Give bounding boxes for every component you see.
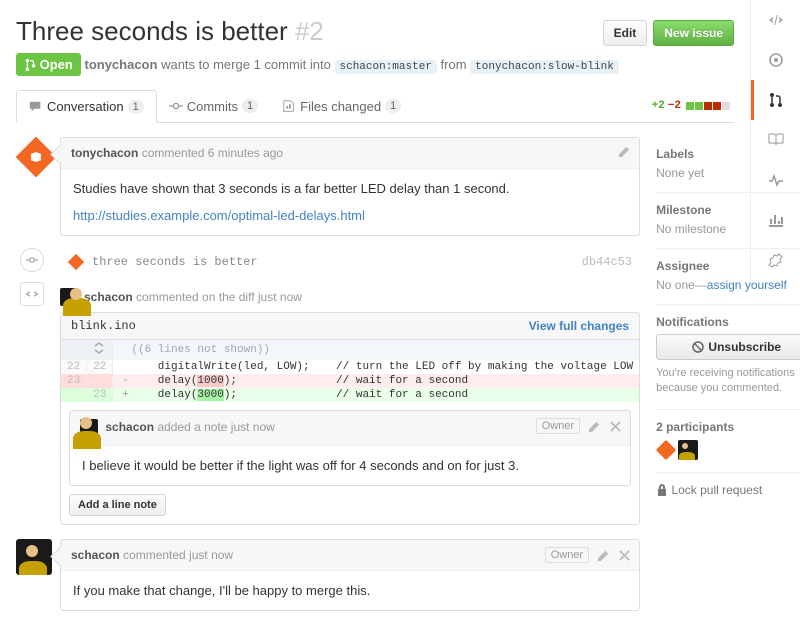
merge-meta: Open tonychacon wants to merge 1 commit … <box>16 53 734 76</box>
nav-code[interactable] <box>751 0 800 40</box>
comment-text: Studies have shown that 3 seconds is a f… <box>73 181 627 196</box>
tab-conversation[interactable]: Conversation1 <box>16 90 157 123</box>
labels-block: Labels None yet <box>656 137 800 193</box>
base-branch[interactable]: schacon:master <box>335 60 437 74</box>
inline-comment: schacon added a note just now Owner I be… <box>69 410 631 486</box>
comment-author[interactable]: tonychacon <box>71 146 138 160</box>
nav-issues[interactable] <box>751 40 800 80</box>
edit-button[interactable]: Edit <box>603 20 648 46</box>
diffstat: +2−2 <box>652 100 734 112</box>
avatar[interactable] <box>80 419 98 437</box>
state-badge: Open <box>16 53 81 76</box>
diff-line: 23+ delay(3000); // wait for a second <box>61 388 639 402</box>
notifications-block: Notifications Unsubscribe You're receivi… <box>656 305 800 410</box>
comment-author[interactable]: schacon <box>71 548 120 562</box>
close-icon[interactable] <box>609 420 622 433</box>
diff-box: blink.ino View full changes ((6 lines no… <box>60 312 640 525</box>
diff-line: 23- delay(1000); // wait for a second <box>61 374 639 388</box>
review-event-icon <box>20 282 44 306</box>
comment-author[interactable]: schacon <box>105 420 154 434</box>
comment-link[interactable]: http://studies.example.com/optimal-led-d… <box>73 208 365 223</box>
avatar[interactable] <box>656 440 676 460</box>
lock-pr-link[interactable]: Lock pull request <box>656 483 800 497</box>
avatar[interactable] <box>678 440 698 460</box>
tab-commits[interactable]: Commits1 <box>157 91 270 122</box>
diff-line: 2222 digitalWrite(led, LOW); // turn the… <box>61 360 639 374</box>
comment-text: If you make that change, I'll be happy t… <box>61 571 639 610</box>
participants-block: 2 participants <box>656 410 800 473</box>
expand-icon[interactable] <box>61 340 113 360</box>
assign-yourself-link[interactable]: assign yourself <box>707 278 787 292</box>
avatar[interactable] <box>16 539 52 575</box>
comment-text: I believe it would be better if the ligh… <box>70 446 630 485</box>
assignee-block: Assignee No one—assign yourself <box>656 249 800 305</box>
commit-event-icon <box>20 248 44 272</box>
nav-pullrequests[interactable] <box>751 80 800 120</box>
new-issue-button[interactable]: New issue <box>653 20 734 46</box>
commit-sha[interactable]: db44c53 <box>582 255 632 269</box>
issue-comment: tonychacon commented 6 minutes ago Studi… <box>60 137 640 236</box>
review-header: schacon commented on the diff just now <box>60 282 640 312</box>
diff-filename: blink.ino <box>71 319 136 333</box>
edit-icon[interactable] <box>618 145 631 158</box>
close-icon[interactable] <box>618 549 631 562</box>
head-branch[interactable]: tonychacon:slow-blink <box>470 60 619 74</box>
unsubscribe-button[interactable]: Unsubscribe <box>656 334 800 360</box>
milestone-block: Milestone No milestone <box>656 193 800 249</box>
avatar[interactable] <box>60 288 78 306</box>
owner-badge: Owner <box>536 418 580 434</box>
comment-author[interactable]: schacon <box>84 290 133 304</box>
pr-tabs: Conversation1 Commits1 Files changed1 +2… <box>16 90 734 123</box>
tab-files[interactable]: Files changed1 <box>270 91 413 122</box>
issue-number: #2 <box>295 16 324 46</box>
sidebar: Labels None yet Milestone No milestone A… <box>656 137 800 623</box>
edit-icon[interactable] <box>588 420 601 433</box>
view-full-changes-link[interactable]: View full changes <box>529 319 629 333</box>
commit-row[interactable]: three seconds is better db44c53 <box>60 248 640 276</box>
diff-table: ((6 lines not shown)) 2222 digitalWrite(… <box>61 340 639 402</box>
edit-icon[interactable] <box>597 549 610 562</box>
pr-author[interactable]: tonychacon <box>84 57 157 72</box>
avatar <box>68 254 84 270</box>
owner-badge: Owner <box>545 547 589 563</box>
add-line-note-button[interactable]: Add a line note <box>69 494 166 516</box>
avatar[interactable] <box>16 137 56 177</box>
issue-comment: schacon commented just now Owner If you … <box>60 539 640 611</box>
lock-block: Lock pull request <box>656 473 800 509</box>
issue-title: Three seconds is better #2 <box>16 16 324 47</box>
